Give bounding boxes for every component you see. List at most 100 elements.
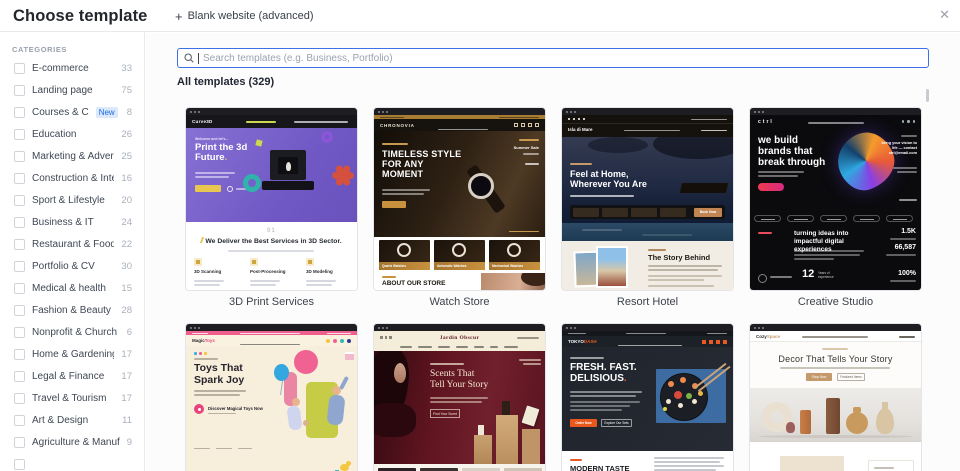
sidebar-item-education[interactable]: Education 26 [0,123,144,145]
dots-decor [194,352,207,355]
category-checkbox[interactable] [14,150,25,162]
category-list: E-commerce33 Landing page75 Courses & Co… [0,57,144,471]
stats-section: turning ideas into impactful digital exp… [750,228,921,290]
order-now-button: Order Now [570,419,597,427]
villa-roof [679,183,729,193]
kid-figure [292,398,300,406]
perfume-bottle [478,425,484,435]
category-checkbox[interactable] [14,392,25,404]
category-checkbox[interactable] [14,370,25,382]
sidebar-item-landing-page[interactable]: Landing page 75 [0,79,144,101]
sidebar-item-art-design[interactable]: Art & Design 11 [0,409,144,431]
sidebar-item-marketing-advertising[interactable]: Marketing & Advertising25 [0,145,144,167]
template-card-toys[interactable]: Magic Toys Toys That Spark Joy Discover Ma… [185,323,358,471]
play-icon [227,186,233,192]
template-card-watch-store[interactable]: CHRONOVIA TIMELESS STYLE FOR ANY MOMENT [373,107,546,308]
template-preview: ctrl we build brands that break through … [749,107,922,291]
sidebar-item-restaurant-food[interactable]: Restaurant & Food 22 [0,233,144,255]
torus-shape [243,174,261,192]
site-header: Jardin Obscur [374,331,545,351]
category-checkbox[interactable] [14,172,25,184]
sidebar-item-agriculture-manufacturing[interactable]: Agriculture & Manufacturing9 [0,431,144,453]
template-card-perfume[interactable]: Jardin Obscur Scents That Tell Your Story [373,323,546,471]
category-checkbox[interactable] [14,282,25,294]
template-name: Resort Hotel [616,296,679,308]
tilted-card [521,405,540,427]
category-checkbox[interactable] [14,238,25,250]
template-card-creative-studio[interactable]: ctrl we build brands that break through … [749,107,922,308]
site-header: CHRONOVIA [374,119,545,131]
feature-column: 3D Scanning [194,258,242,286]
category-checkbox[interactable] [14,458,25,470]
feature-column: Post-Processing [250,258,298,286]
category-checkbox[interactable] [14,84,25,96]
site-logo: CHRONOVIA [380,122,415,128]
template-preview: TOKYO DASH FRESH. FAST. DELISIOUS. Order N… [561,323,734,471]
categories-sidebar: CATEGORIES E-commerce 33 Landing page 75 C… [0,32,145,471]
category-checkbox[interactable] [14,62,25,74]
browser-chrome [562,108,733,115]
template-card-3d-print-services[interactable]: Curve3D Welcome and let's... Print the 3… [185,107,358,308]
category-checkbox[interactable] [14,194,25,206]
stat-value: 1.5K [901,228,916,235]
product-card: Mechanical Watches [489,240,540,270]
blank-website-button[interactable]: + Blank website (advanced) [175,0,314,32]
sidebar-item-business-it[interactable]: Business & IT 24 [0,211,144,233]
choose-template-dialog: Choose template + Blank website (advance… [0,0,960,471]
sidebar-item-nonprofit-church[interactable]: Nonprofit & Church 6 [0,321,144,343]
browser-chrome [750,324,921,331]
sidebar-item-sport-lifestyle[interactable]: Sport & Lifestyle 20 [0,189,144,211]
sidebar-item-travel-tourism[interactable]: Travel & Tourism 17 [0,387,144,409]
browser-chrome [750,108,921,115]
hero-section: Scents That Tell Your Story Find Your Sce… [374,351,545,464]
sidebar-item-courses-coaching[interactable]: Courses & CoachingNew8 [0,101,144,123]
site-logo: Cozy [756,333,767,339]
category-checkbox[interactable] [14,128,25,140]
about-photo [481,273,545,290]
stat-label: Years of experience [818,271,834,280]
sidebar-item-ecommerce[interactable]: E-commerce 33 [0,57,144,79]
template-preview: Curve3D Welcome and let's... Print the 3… [185,107,358,291]
stat-value: 100% [898,270,916,277]
category-checkbox[interactable] [14,260,25,272]
services-section: 01 We Deliver the Best Services in 3D Se… [186,222,357,290]
scrollbar-thumb[interactable] [926,89,929,102]
category-checkbox[interactable] [14,106,25,118]
sidebar-item-partial[interactable] [0,453,144,471]
sidebar-item-construction-interior[interactable]: Construction & Interior16 [0,167,144,189]
category-checkbox[interactable] [14,216,25,228]
template-card-sushi[interactable]: TOKYO DASH FRESH. FAST. DELISIOUS. Order N… [561,323,734,471]
close-icon[interactable]: ✕ [939,8,950,21]
vase [826,398,840,434]
search-box[interactable] [177,48,929,68]
template-card-decor[interactable]: Cozy Space Decor That Tells Your Story Sh… [749,323,922,471]
category-checkbox[interactable] [14,414,25,426]
site-logo: ctrl [758,119,774,125]
lower-section [750,442,921,471]
category-checkbox[interactable] [14,326,25,338]
product-row: Quartz Watches Automatic Watches Mechani… [374,237,545,273]
category-checkbox[interactable] [14,436,25,448]
product-card: Quartz Watches [379,240,430,270]
watch-face [468,173,494,199]
sidebar-item-legal-finance[interactable]: Legal & Finance 17 [0,365,144,387]
sidebar-item-home-gardening[interactable]: Home & Gardening 17 [0,343,144,365]
sidebar-item-medical-health[interactable]: Medical & health 15 [0,277,144,299]
new-badge: New [95,106,118,118]
iridescent-blob [830,125,902,197]
template-card-resort-hotel[interactable]: Isla di Mare Feel at Home, Wherever You A… [561,107,734,308]
printer-illustration [270,150,306,180]
category-checkbox[interactable] [14,348,25,360]
sidebar-item-fashion-beauty[interactable]: Fashion & Beauty 28 [0,299,144,321]
sidebar-item-portfolio-cv[interactable]: Portfolio & CV 30 [0,255,144,277]
site-header: Curve3D [186,115,357,128]
text-caret [198,52,199,64]
booking-bar: Book Now [570,205,725,219]
kid-figure [332,386,341,395]
pedestal [496,415,518,464]
site-header: Cozy Space [750,331,921,342]
category-checkbox[interactable] [14,304,25,316]
search-input[interactable] [203,52,922,64]
toy-duck [340,461,351,471]
featured-items-button: Featured Items [837,373,865,381]
